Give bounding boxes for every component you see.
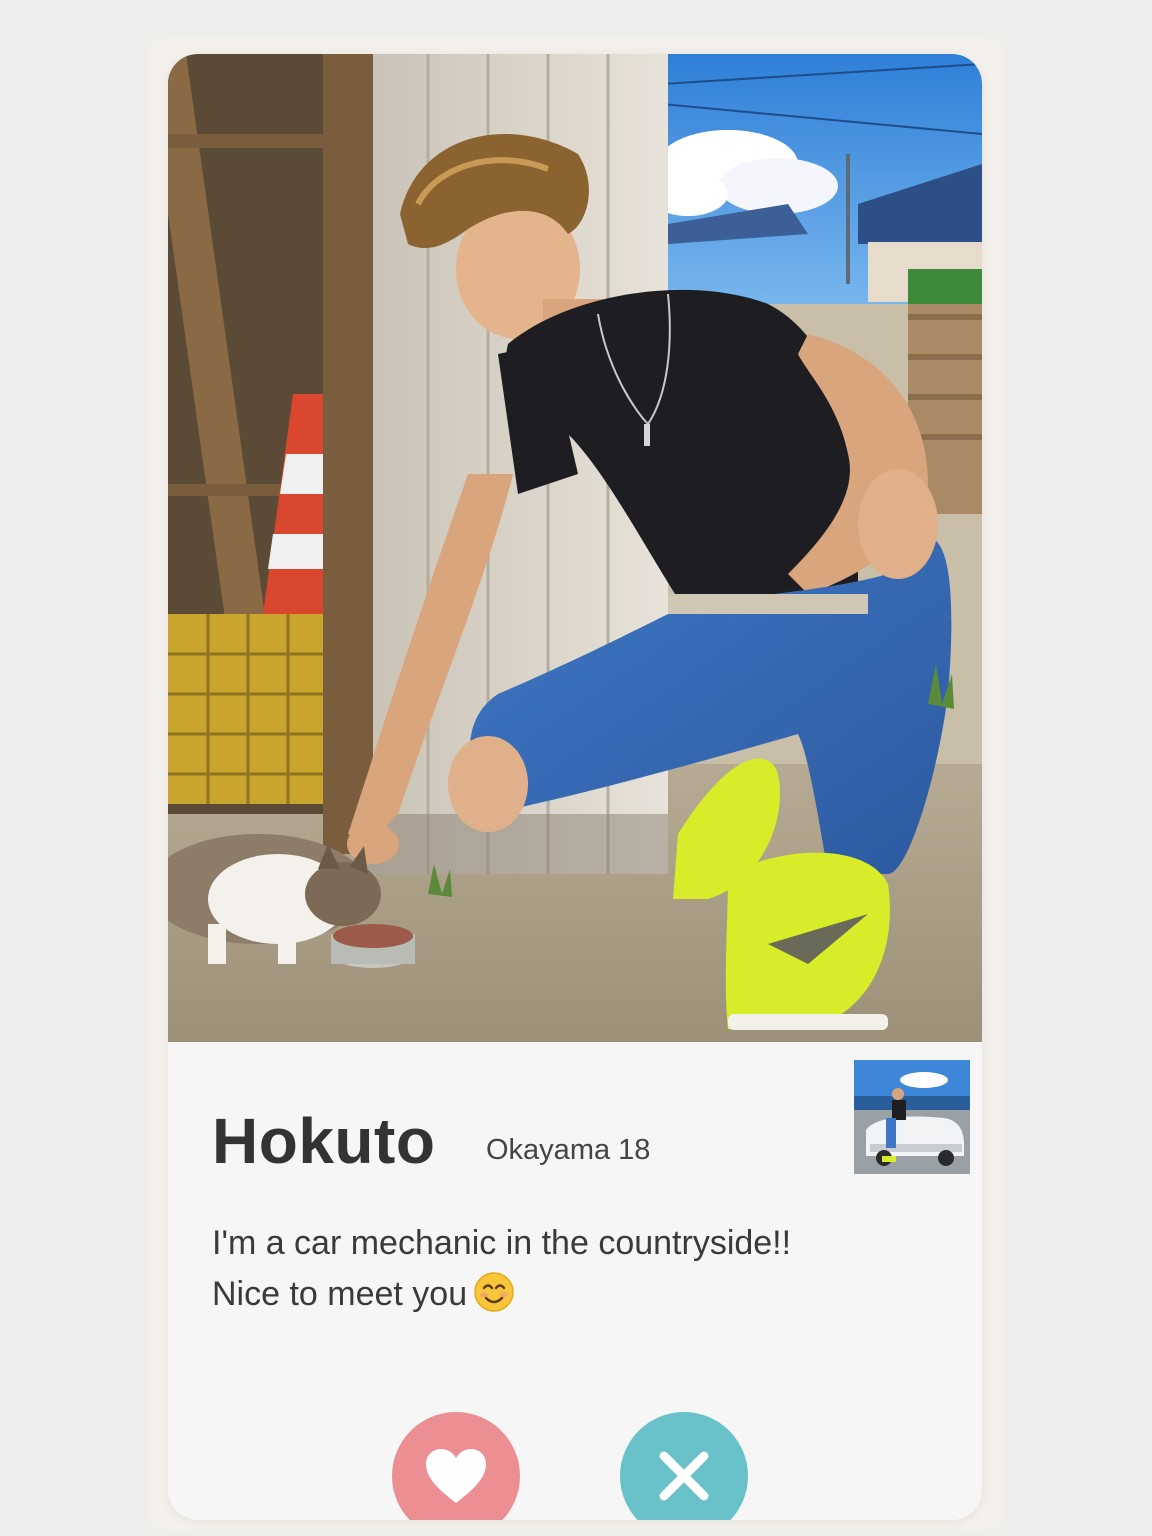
profile-card[interactable]: Hokuto Okayama 18 I'm a car mechanic in … <box>168 54 982 1520</box>
like-button[interactable] <box>392 1412 520 1520</box>
profile-photo-illustration <box>168 54 982 1042</box>
thumbnail-illustration <box>854 1060 970 1174</box>
smiling-face-icon <box>474 1272 514 1312</box>
profile-info: Hokuto Okayama 18 I'm a car mechanic in … <box>168 1042 982 1520</box>
heart-icon <box>426 1449 486 1503</box>
bio-line-1: I'm a car mechanic in the countryside!! <box>212 1224 792 1262</box>
profile-name: Hokuto <box>212 1105 436 1177</box>
profile-location-age: Okayama 18 <box>486 1134 651 1166</box>
bio-line-2-text: Nice to meet you <box>212 1275 468 1313</box>
bio-line-2: Nice to meet you <box>212 1269 932 1320</box>
secondary-photo-thumbnail[interactable] <box>854 1060 970 1174</box>
dislike-button[interactable] <box>620 1412 748 1520</box>
profile-bio: I'm a car mechanic in the countryside!! … <box>212 1218 932 1320</box>
profile-photo[interactable] <box>168 54 982 1042</box>
close-icon <box>659 1451 709 1501</box>
